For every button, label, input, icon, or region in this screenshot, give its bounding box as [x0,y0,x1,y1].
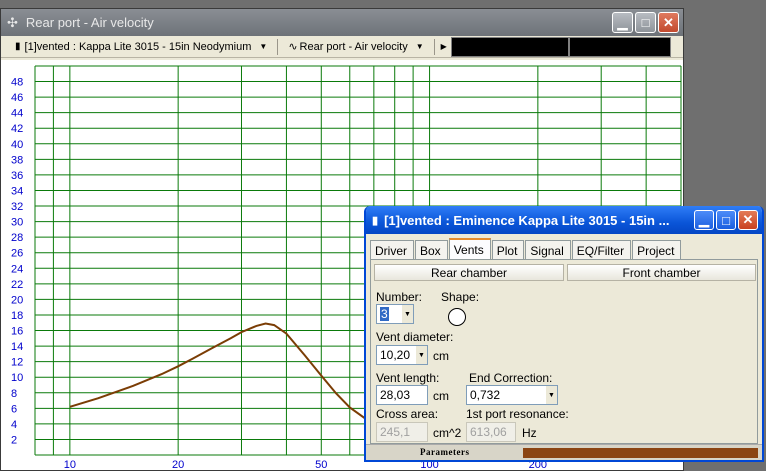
close-icon: ✕ [742,212,754,227]
y-tick-label: 24 [11,263,23,275]
port-resonance-label: 1st port resonance: [466,407,569,421]
vent-length-unit: cm [433,389,449,403]
dialog-maximize-button[interactable]: □ [716,210,736,230]
tab-driver[interactable]: Driver [370,240,414,259]
chevron-down-icon[interactable]: ▼ [416,346,427,364]
tab-strip: Driver Box Vents Plot Signal EQ/Filter P… [366,234,762,259]
front-chamber-header[interactable]: Front chamber [567,264,756,281]
speaker-icon: ▮ [15,41,21,52]
number-select[interactable]: 3 ▼ [376,304,414,324]
tab-eq-filter[interactable]: EQ/Filter [571,240,632,259]
vents-dialog: ▮ [1]vented : Eminence Kappa Lite 3015 -… [364,206,764,462]
readout-box-2 [568,36,671,57]
tab-box[interactable]: Box [415,240,448,259]
vent-diameter-label: Vent diameter: [376,330,454,344]
end-correction-combo[interactable]: 0,732 ▼ [466,385,558,405]
main-window-title: Rear port - Air velocity [25,15,154,30]
y-tick-label: 42 [11,123,23,135]
minimize-icon: ▁ [617,14,628,30]
cross-area-unit: cm^2 [433,426,462,440]
minimize-icon: ▁ [699,212,709,227]
end-correction-value: 0,732 [470,388,501,402]
toolbar-divider [277,38,279,55]
graph-selector[interactable]: ∿ Rear port - Air velocity ▼ [284,38,427,56]
y-tick-label: 18 [11,310,23,322]
y-tick-label: 10 [11,372,23,384]
round-shape-icon[interactable] [448,308,466,326]
graph-toolbar: ▮ [1]vented : Kappa Lite 3015 - 15in Neo… [1,36,683,58]
x-tick-label: 10 [64,459,76,471]
y-tick-label: 32 [11,201,23,213]
vent-diameter-unit: cm [433,349,449,363]
dialog-minimize-button[interactable]: ▁ [694,210,714,230]
maximize-icon: □ [641,15,650,30]
maximize-icon: □ [722,212,730,228]
y-tick-label: 12 [11,357,23,369]
toolbar-divider [433,38,435,55]
dialog-close-button[interactable]: ✕ [738,210,758,230]
vent-length-label: Vent length: [376,371,440,385]
tab-project[interactable]: Project [632,240,682,259]
vents-pane: Rear chamber Front chamber Number: 3 ▼ S… [370,259,758,444]
wave-icon: ∿ [288,41,298,53]
y-tick-label: 28 [11,232,23,244]
status-text: Parameters [420,447,470,457]
project-selector[interactable]: ▮ [1]vented : Kappa Lite 3015 - 15in Neo… [11,38,271,56]
crosshair-icon: ✣ [7,14,18,30]
y-tick-label: 8 [11,388,17,400]
tab-plot[interactable]: Plot [491,240,525,259]
maximize-button[interactable]: □ [635,12,656,33]
y-tick-label: 46 [11,92,23,104]
readout-box-1 [450,36,569,57]
x-tick-label: 20 [172,459,184,471]
y-tick-label: 38 [11,154,23,166]
y-tick-label: 4 [11,419,17,431]
cross-area-field: 245,1 [376,422,428,442]
status-bar: Parameters [366,444,762,460]
vent-diameter-combo[interactable]: 10,20 ▼ [376,345,428,365]
chevron-down-icon[interactable]: ▼ [402,305,413,323]
status-progress [523,448,758,458]
chevron-right-icon[interactable]: ▶ [441,42,447,51]
project-label: [1]vented : Kappa Lite 3015 - 15in Neody… [24,40,252,53]
number-label: Number: [376,290,423,304]
dialog-title: [1]vented : Eminence Kappa Lite 3015 - 1… [384,212,670,228]
y-tick-label: 48 [11,77,23,89]
main-titlebar[interactable]: ✣ Rear port - Air velocity ▁ □ ✕ [1,9,683,36]
graph-label: Rear port - Air velocity [299,40,408,53]
minimize-button[interactable]: ▁ [612,12,633,33]
y-tick-label: 2 [11,434,17,446]
rear-chamber-header[interactable]: Rear chamber [374,264,564,281]
y-tick-label: 14 [11,341,23,353]
close-button[interactable]: ✕ [658,12,679,33]
number-value: 3 [380,307,389,321]
speaker-icon: ▮ [372,214,379,227]
close-icon: ✕ [663,14,674,30]
port-resonance-field: 613,06 [466,422,516,442]
y-tick-label: 16 [11,326,23,338]
x-tick-label: 50 [315,459,327,471]
y-tick-label: 40 [11,139,23,151]
vent-length-input[interactable]: 28,03 [376,385,428,405]
y-tick-label: 26 [11,248,23,260]
y-tick-label: 30 [11,217,23,229]
chevron-down-icon: ▼ [259,42,268,51]
tab-vents[interactable]: Vents [448,238,491,259]
y-tick-label: 20 [11,294,23,306]
shape-label: Shape: [441,290,480,304]
vent-diameter-value: 10,20 [380,348,411,362]
port-resonance-unit: Hz [522,426,537,440]
y-tick-label: 36 [11,170,23,182]
y-tick-label: 44 [11,108,23,120]
chevron-down-icon: ▼ [415,42,424,51]
chevron-down-icon[interactable]: ▼ [546,386,557,404]
y-tick-label: 22 [11,279,23,291]
end-correction-label: End Correction: [469,371,553,385]
tab-signal[interactable]: Signal [525,240,571,259]
cross-area-label: Cross area: [376,407,439,421]
dialog-titlebar[interactable]: ▮ [1]vented : Eminence Kappa Lite 3015 -… [366,206,762,234]
y-tick-label: 34 [11,185,23,197]
y-tick-label: 6 [11,403,17,415]
